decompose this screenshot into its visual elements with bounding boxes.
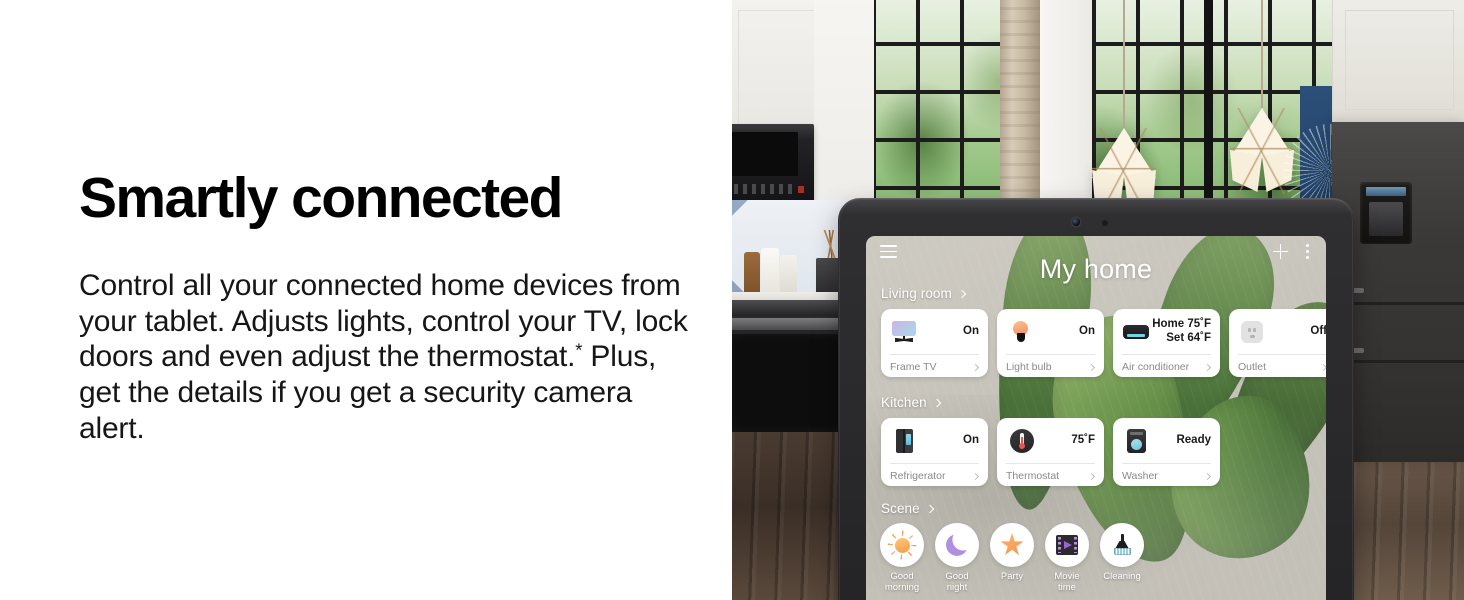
body-copy: Control all your connected home devices … [79,268,689,446]
device-value: On [1079,324,1095,337]
moon-icon [935,523,979,567]
pendant-cord [1261,0,1263,108]
scene-movie-time[interactable]: Movie time [1045,523,1089,593]
section-header-living-room[interactable]: Living room [881,286,967,301]
broom-icon [1100,523,1144,567]
scene-label: Party [1000,571,1024,582]
device-name: Refrigerator [890,470,946,482]
device-card-thermostat[interactable]: 75˚F Thermostat [997,418,1104,486]
device-name: Light bulb [1006,361,1052,373]
tv-icon [890,320,918,344]
chevron-right-icon [1203,363,1212,371]
scene-list: Good morning Good night Party Movie time… [880,523,1144,593]
scene-good-night[interactable]: Good night [935,523,979,593]
scene-party[interactable]: Party [990,523,1034,593]
chevron-right-icon [1203,472,1212,480]
chevron-right-icon [1319,363,1326,371]
device-name: Washer [1122,470,1158,482]
device-card-list-living-room: On Frame TV On Light bulb Home 75˚F Set … [881,309,1326,377]
chevron-right-icon [957,289,967,298]
light-bulb-icon [1006,320,1034,344]
chevron-right-icon [925,504,935,513]
copy-panel: Smartly connected Control all your conne… [0,0,732,600]
scene-cleaning[interactable]: Cleaning [1100,523,1144,593]
pendant-cord [1123,0,1125,128]
thermostat-icon [1006,428,1034,453]
tablet-device: My home Living room On Frame TV On Light… [838,198,1354,600]
ice-water-dispenser [1360,182,1412,244]
outlet-icon [1238,320,1266,344]
scene-label: Cleaning [1103,571,1141,582]
device-name: Air conditioner [1122,361,1190,373]
proximity-sensor-icon [1102,220,1108,226]
refrigerator-icon [890,428,918,453]
star-icon [990,523,1034,567]
device-card-list-kitchen: On Refrigerator 75˚F Thermostat Ready Wa… [881,418,1220,486]
chevron-right-icon [1087,363,1096,371]
scene-label: Movie time [1054,571,1080,593]
scene-label: Good morning [884,571,920,593]
scene-good-morning[interactable]: Good morning [880,523,924,593]
device-value: Home 75˚F Set 64˚F [1152,317,1211,344]
microwave [732,124,814,202]
device-value: Off [1310,324,1326,337]
chevron-right-icon [1087,472,1096,480]
sun-icon [880,523,924,567]
device-card-air-conditioner[interactable]: Home 75˚F Set 64˚F Air conditioner [1113,309,1220,377]
chevron-right-icon [971,472,980,480]
washer-icon [1122,428,1150,453]
app-title: My home [1039,254,1153,284]
device-name: Thermostat [1006,470,1060,482]
front-camera-icon [1072,218,1080,226]
section-label: Scene [881,501,920,516]
section-label: Kitchen [881,395,927,410]
upper-cabinet-right [1332,0,1464,122]
device-value: 75˚F [1071,433,1095,446]
wall-segment-left [814,0,874,226]
cutting-boards [744,246,802,296]
scene-label: Good night [945,571,969,593]
device-value: On [963,433,979,446]
device-card-refrigerator[interactable]: On Refrigerator [881,418,988,486]
air-conditioner-icon [1122,320,1150,344]
tablet-screen: My home Living room On Frame TV On Light… [866,236,1326,600]
film-icon [1045,523,1089,567]
chevron-right-icon [932,398,941,407]
section-header-scene[interactable]: Scene [881,501,935,516]
device-value: Ready [1176,433,1211,446]
lifestyle-photo: My home Living room On Frame TV On Light… [732,0,1464,600]
section-label: Living room [881,286,952,301]
device-card-washer[interactable]: Ready Washer [1113,418,1220,486]
chevron-right-icon [971,363,980,371]
device-card-outlet[interactable]: Off Outlet [1229,309,1326,377]
section-header-kitchen[interactable]: Kitchen [881,395,941,410]
device-name: Frame TV [890,361,937,373]
page-title: Smartly connected [79,166,563,230]
device-card-frame-tv[interactable]: On Frame TV [881,309,988,377]
device-value: On [963,324,979,337]
promo-banner: Smartly connected Control all your conne… [0,0,1464,600]
device-card-light-bulb[interactable]: On Light bulb [997,309,1104,377]
device-name: Outlet [1238,361,1267,373]
